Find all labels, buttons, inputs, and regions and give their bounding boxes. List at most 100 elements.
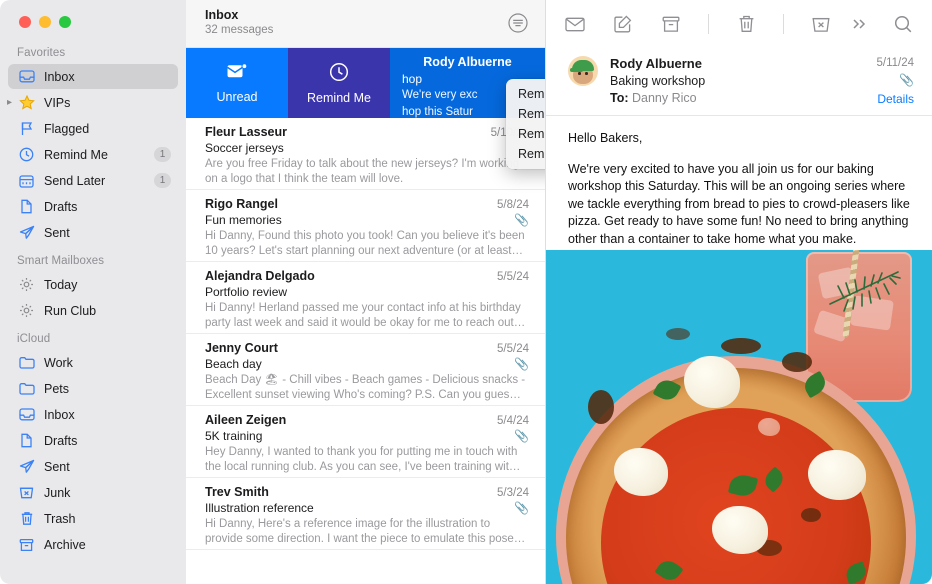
- unread-badge: 1: [154, 173, 171, 188]
- sidebar-item-label: Today: [44, 277, 78, 292]
- body-paragraph: We're very excited to have you all join …: [568, 161, 910, 246]
- compose-icon[interactable]: [612, 13, 634, 35]
- paperclip-icon: 📎: [899, 73, 914, 87]
- message-list-item[interactable]: Trev Smith 5/3/24 Illustration reference…: [186, 478, 545, 550]
- sidebar-item-send-later[interactable]: Send Later 1: [8, 168, 178, 193]
- toolbar-divider: [708, 14, 709, 34]
- crust-char-spot: [721, 338, 761, 354]
- to-label: To:: [610, 91, 629, 105]
- mozzarella-blob: [712, 506, 768, 554]
- junk-icon: [17, 484, 36, 501]
- zoom-button[interactable]: [59, 16, 71, 28]
- sidebar-item-pets[interactable]: Pets: [8, 376, 178, 401]
- context-menu-item-remind-later[interactable]: Remind Me Later…: [506, 144, 545, 164]
- paperclip-icon: 📎: [514, 213, 529, 227]
- mail-window: Favorites Inbox ▸ VIPs Flagged Remind Me…: [0, 0, 932, 584]
- document-icon: [17, 198, 36, 215]
- sidebar-section-icloud-label: iCloud: [17, 333, 51, 345]
- window-traffic-lights: [0, 0, 186, 38]
- sidebar-item-run-club[interactable]: Run Club: [8, 298, 178, 323]
- crust-char-spot: [588, 390, 614, 424]
- sidebar-item-trash[interactable]: Trash: [8, 506, 178, 531]
- sidebar-item-label: Work: [44, 355, 73, 370]
- message-date: 5/11/24: [876, 57, 914, 69]
- context-menu-item-remind-tomorrow[interactable]: Remind Me Tomorrow: [506, 124, 545, 144]
- reader-toolbar-right: [848, 13, 914, 35]
- context-menu-item-remind-tonight[interactable]: Remind Me Tonight: [506, 104, 545, 124]
- swipe-action-remind-me[interactable]: Remind Me: [288, 48, 390, 118]
- message-list-item[interactable]: Jenny Court 5/5/24 Beach day 📎 Beach Day…: [186, 334, 545, 406]
- sidebar-item-drafts[interactable]: Drafts: [8, 194, 178, 219]
- minimize-button[interactable]: [39, 16, 51, 28]
- archive-icon: [17, 536, 36, 553]
- swipe-action-label: Unread: [216, 89, 258, 104]
- paperclip-icon: 📎: [514, 357, 529, 371]
- swipe-action-label: Remind Me: [307, 90, 371, 105]
- sidebar-item-vips[interactable]: ▸ VIPs: [7, 90, 178, 115]
- unread-badge: 1: [154, 147, 171, 162]
- sidebar-item-label: Drafts: [44, 199, 78, 214]
- mozzarella-blob: [758, 418, 780, 436]
- sidebar-item-inbox[interactable]: Inbox: [8, 64, 178, 89]
- paperclip-icon: 📎: [514, 429, 529, 443]
- sidebar-item-label: Run Club: [44, 303, 97, 318]
- message-header-meta: Rody Albuerne Baking workshop To: Danny …: [610, 56, 876, 106]
- message-header: Rody Albuerne Baking workshop To: Danny …: [546, 48, 932, 116]
- context-menu-item-remind-in-1-hour[interactable]: Remind Me in 1 Hour: [506, 84, 545, 104]
- star-icon: [17, 94, 36, 111]
- folder-icon: [17, 380, 36, 397]
- details-link[interactable]: Details: [876, 92, 914, 106]
- sidebar-item-remind-me[interactable]: Remind Me 1: [8, 142, 178, 167]
- sidebar-item-sent[interactable]: Sent: [8, 220, 178, 245]
- message-preview: Hi Danny, Here's a reference image for t…: [205, 518, 526, 545]
- message-list-item[interactable]: Fleur Lasseur 5/10/24 Soccer jerseys Are…: [186, 118, 545, 190]
- sidebar-item-icloud-drafts[interactable]: Drafts: [8, 428, 178, 453]
- message-date: 5/8/24: [497, 199, 529, 211]
- message-subject: Soccer jerseys: [205, 141, 284, 155]
- paperclip-icon: 📎: [514, 501, 529, 515]
- sidebar-item-label: Remind Me: [44, 147, 108, 162]
- message-list-item[interactable]: Aileen Zeigen 5/4/24 5K training 📎 Hey D…: [186, 406, 545, 478]
- message-subject: Portfolio review: [205, 285, 288, 299]
- sidebar-item-label: Pets: [44, 381, 70, 396]
- message-subject: Beach day: [205, 357, 262, 371]
- avatar-eye-right: [585, 72, 588, 75]
- message-preview: Hi Danny, Found this photo you took! Can…: [205, 230, 525, 257]
- sidebar-item-junk[interactable]: Junk: [8, 480, 178, 505]
- sidebar: Favorites Inbox ▸ VIPs Flagged Remind Me…: [0, 0, 186, 584]
- avatar-cap-brim: [570, 68, 583, 72]
- sidebar-item-flagged[interactable]: Flagged: [8, 116, 178, 141]
- close-button[interactable]: [19, 16, 31, 28]
- search-icon[interactable]: [892, 13, 914, 35]
- swipe-action-row: Unread Remind Me Rody Albuerne hop We're…: [186, 48, 545, 118]
- mark-unread-icon[interactable]: [564, 13, 586, 35]
- mailbox-title: Inbox: [205, 8, 239, 22]
- delete-icon[interactable]: [735, 13, 757, 35]
- rosemary-sprig: [829, 271, 901, 312]
- sidebar-item-archive[interactable]: Archive: [8, 532, 178, 557]
- clock-icon: [329, 62, 349, 85]
- unread-envelope-icon: [226, 62, 248, 84]
- message-sender: Trev Smith: [205, 485, 269, 499]
- folder-icon: [17, 354, 36, 371]
- sidebar-item-icloud-inbox[interactable]: Inbox: [8, 402, 178, 427]
- message-sender: Jenny Court: [205, 341, 278, 355]
- more-chevrons-icon[interactable]: [848, 13, 870, 35]
- inbox-icon: [17, 68, 36, 85]
- chevron-right-icon[interactable]: ▸: [7, 97, 18, 108]
- margherita-pizza-photo[interactable]: [546, 250, 932, 584]
- message-list-item[interactable]: Alejandra Delgado 5/5/24 Portfolio revie…: [186, 262, 545, 334]
- message-subject: 5K training: [205, 429, 263, 443]
- message-preview: Beach Day 🏖 - Chill vibes - Beach games …: [205, 374, 526, 401]
- clock-icon: [17, 146, 36, 163]
- swipe-action-unread[interactable]: Unread: [186, 48, 288, 118]
- sidebar-item-work[interactable]: Work: [8, 350, 178, 375]
- filter-icon[interactable]: [507, 12, 529, 34]
- archive-icon[interactable]: [660, 13, 682, 35]
- message-sender: Rody Albuerne: [610, 56, 702, 71]
- sidebar-item-icloud-sent[interactable]: Sent: [8, 454, 178, 479]
- message-list-item[interactable]: Rigo Rangel 5/8/24 Fun memories 📎 Hi Dan…: [186, 190, 545, 262]
- sidebar-item-today[interactable]: Today: [8, 272, 178, 297]
- junk-icon[interactable]: [810, 13, 832, 35]
- sidebar-section-favorites-label: Favorites: [17, 47, 66, 59]
